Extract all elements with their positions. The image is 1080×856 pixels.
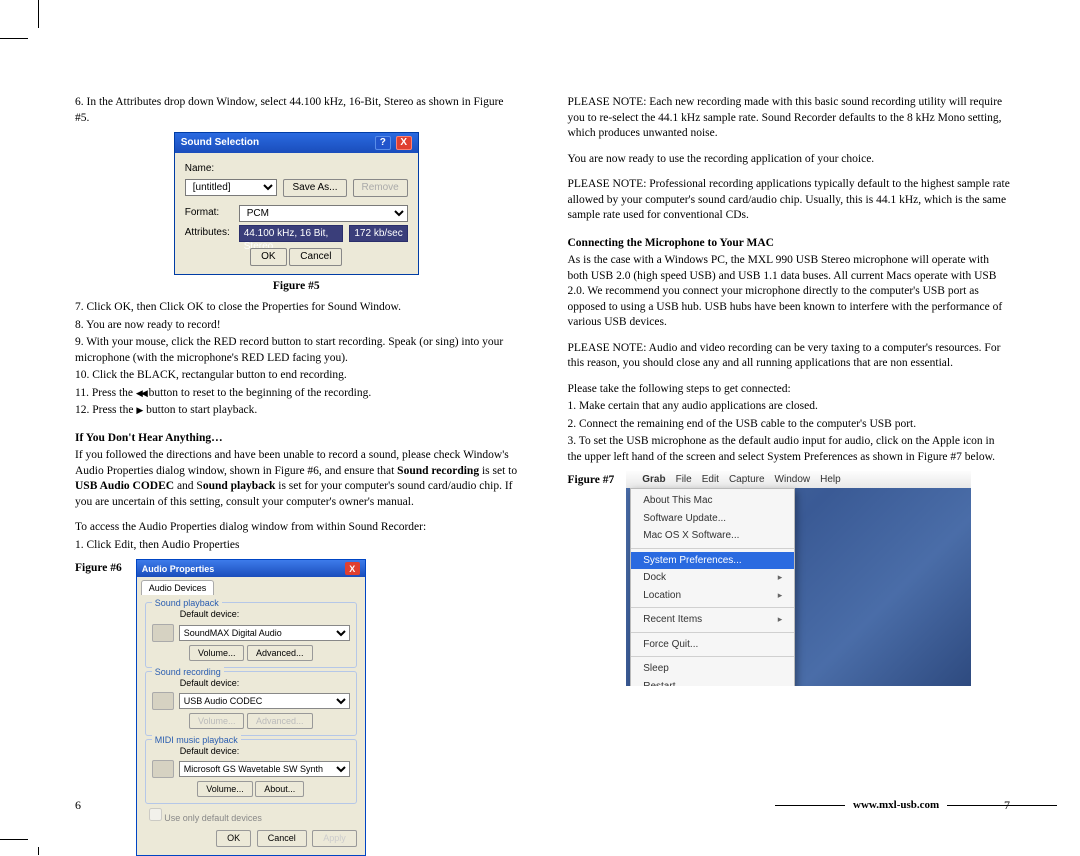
- mac-step2: 2. Connect the remaining end of the USB …: [568, 417, 1011, 433]
- apple-menu: About This Mac Software Update... Mac OS…: [630, 488, 795, 686]
- troubleshoot-p2: To access the Audio Properties dialog wi…: [75, 520, 518, 536]
- troubleshoot-step1: 1. Click Edit, then Audio Properties: [75, 538, 518, 554]
- step-7: 7. Click OK, then Click OK to close the …: [75, 300, 518, 316]
- menu-osx[interactable]: Mac OS X Software...: [631, 527, 794, 545]
- right-page: PLEASE NOTE: Each new recording made wit…: [568, 95, 1011, 856]
- fig5-title-text: Sound Selection: [181, 136, 259, 150]
- figure-7-screenshot: Grab File Edit Capture Window Help About…: [626, 471, 971, 686]
- mac-p1: As is the case with a Windows PC, the MX…: [568, 253, 1011, 331]
- mac-steps-intro: Please take the following steps to get c…: [568, 382, 1011, 398]
- menu-recent[interactable]: Recent Items: [631, 611, 794, 629]
- menubar-help[interactable]: Help: [820, 473, 841, 487]
- menubar-grab[interactable]: Grab: [642, 473, 665, 487]
- apply-button: Apply: [312, 830, 357, 847]
- midi-device-select[interactable]: Microsoft GS Wavetable SW Synth: [179, 761, 350, 777]
- menu-sleep[interactable]: Sleep: [631, 660, 794, 678]
- advanced-button[interactable]: Advanced...: [247, 645, 313, 661]
- cancel-button[interactable]: Cancel: [257, 830, 307, 847]
- name-label: Name:: [185, 162, 233, 176]
- mac-step1: 1. Make certain that any audio applicati…: [568, 399, 1011, 415]
- group-sound-playback: Sound playback Default device: SoundMAX …: [145, 602, 357, 667]
- figure-5-caption: Figure #5: [75, 279, 518, 295]
- mac-menubar: Grab File Edit Capture Window Help: [626, 471, 971, 488]
- close-icon[interactable]: X: [345, 562, 360, 575]
- attributes-rate: 172 kb/sec: [349, 225, 407, 242]
- figure-6-caption: Figure #6: [75, 559, 122, 577]
- step-8: 8. You are now ready to record!: [75, 318, 518, 334]
- step-9: 9. With your mouse, click the RED record…: [75, 335, 518, 366]
- format-label: Format:: [185, 206, 233, 220]
- note-1: PLEASE NOTE: Each new recording made wit…: [568, 95, 1011, 142]
- attributes-label: Attributes:: [185, 226, 233, 240]
- mac-step3: 3. To set the USB microphone as the defa…: [568, 434, 1011, 465]
- rewind-icon: [136, 387, 146, 399]
- ok-button[interactable]: OK: [250, 248, 286, 266]
- playback-device-select[interactable]: SoundMAX Digital Audio: [179, 625, 350, 641]
- group-midi-playback: MIDI music playback Default device: Micr…: [145, 739, 357, 804]
- default-devices-checkbox[interactable]: Use only default devices: [149, 808, 357, 824]
- fig5-titlebar: Sound Selection ? X: [175, 133, 418, 153]
- menu-restart[interactable]: Restart...: [631, 678, 794, 687]
- footer-url: www.mxl-usb.com: [775, 798, 1057, 813]
- menu-dock[interactable]: Dock: [631, 569, 794, 587]
- fig6-titlebar: Audio Properties X: [137, 560, 365, 577]
- step-10: 10. Click the BLACK, rectangular button …: [75, 368, 518, 384]
- cancel-button[interactable]: Cancel: [289, 248, 342, 266]
- ready-text: You are now ready to use the recording a…: [568, 152, 1011, 168]
- step-12: 12. Press the button to start playback.: [75, 403, 518, 419]
- troubleshoot-p1: If you followed the directions and have …: [75, 448, 518, 510]
- format-select[interactable]: PCM: [239, 205, 408, 222]
- volume-button[interactable]: Volume...: [189, 645, 245, 661]
- attributes-value[interactable]: 44.100 kHz, 16 Bit, Stereo: [239, 225, 344, 242]
- menu-update[interactable]: Software Update...: [631, 510, 794, 528]
- menu-system-preferences[interactable]: System Preferences...: [631, 552, 794, 570]
- menubar-file[interactable]: File: [676, 473, 692, 487]
- tab-audio-devices[interactable]: Audio Devices: [141, 580, 215, 595]
- speaker-icon: [152, 624, 174, 642]
- step-11: 11. Press the button to reset to the beg…: [75, 386, 518, 402]
- midi-icon: [152, 760, 174, 778]
- menubar-capture[interactable]: Capture: [729, 473, 765, 487]
- mac-heading: Connecting the Microphone to Your MAC: [568, 236, 1011, 252]
- menu-location[interactable]: Location: [631, 587, 794, 605]
- ok-button[interactable]: OK: [216, 830, 251, 847]
- menubar-window[interactable]: Window: [775, 473, 811, 487]
- menu-force-quit[interactable]: Force Quit...: [631, 636, 794, 654]
- step-6: 6. In the Attributes drop down Window, s…: [75, 95, 518, 126]
- save-as-button[interactable]: Save As...: [283, 179, 346, 197]
- name-select[interactable]: [untitled]: [185, 179, 278, 196]
- close-icon[interactable]: X: [396, 136, 412, 150]
- about-button[interactable]: About...: [255, 781, 304, 797]
- mic-icon: [152, 692, 174, 710]
- menubar-edit[interactable]: Edit: [702, 473, 719, 487]
- menu-about[interactable]: About This Mac: [631, 492, 794, 510]
- volume-button[interactable]: Volume...: [197, 781, 253, 797]
- note-2: PLEASE NOTE: Professional recording appl…: [568, 177, 1011, 224]
- group-sound-recording: Sound recording Default device: USB Audi…: [145, 671, 357, 736]
- troubleshoot-heading: If You Don't Hear Anything…: [75, 431, 518, 447]
- figure-6-dialog: Audio Properties X Audio Devices Sound p…: [136, 559, 366, 856]
- recording-device-select[interactable]: USB Audio CODEC: [179, 693, 350, 709]
- advanced-button: Advanced...: [247, 713, 313, 729]
- page-number-left: 6: [75, 797, 81, 813]
- figure-7-caption: Figure #7: [568, 471, 615, 489]
- volume-button: Volume...: [189, 713, 245, 729]
- remove-button: Remove: [353, 179, 408, 197]
- figure-5-dialog: Sound Selection ? X Name: [untitled] Sav…: [174, 132, 419, 275]
- mac-note: PLEASE NOTE: Audio and video recording c…: [568, 341, 1011, 372]
- left-page: 6. In the Attributes drop down Window, s…: [75, 95, 518, 856]
- help-icon[interactable]: ?: [375, 136, 391, 150]
